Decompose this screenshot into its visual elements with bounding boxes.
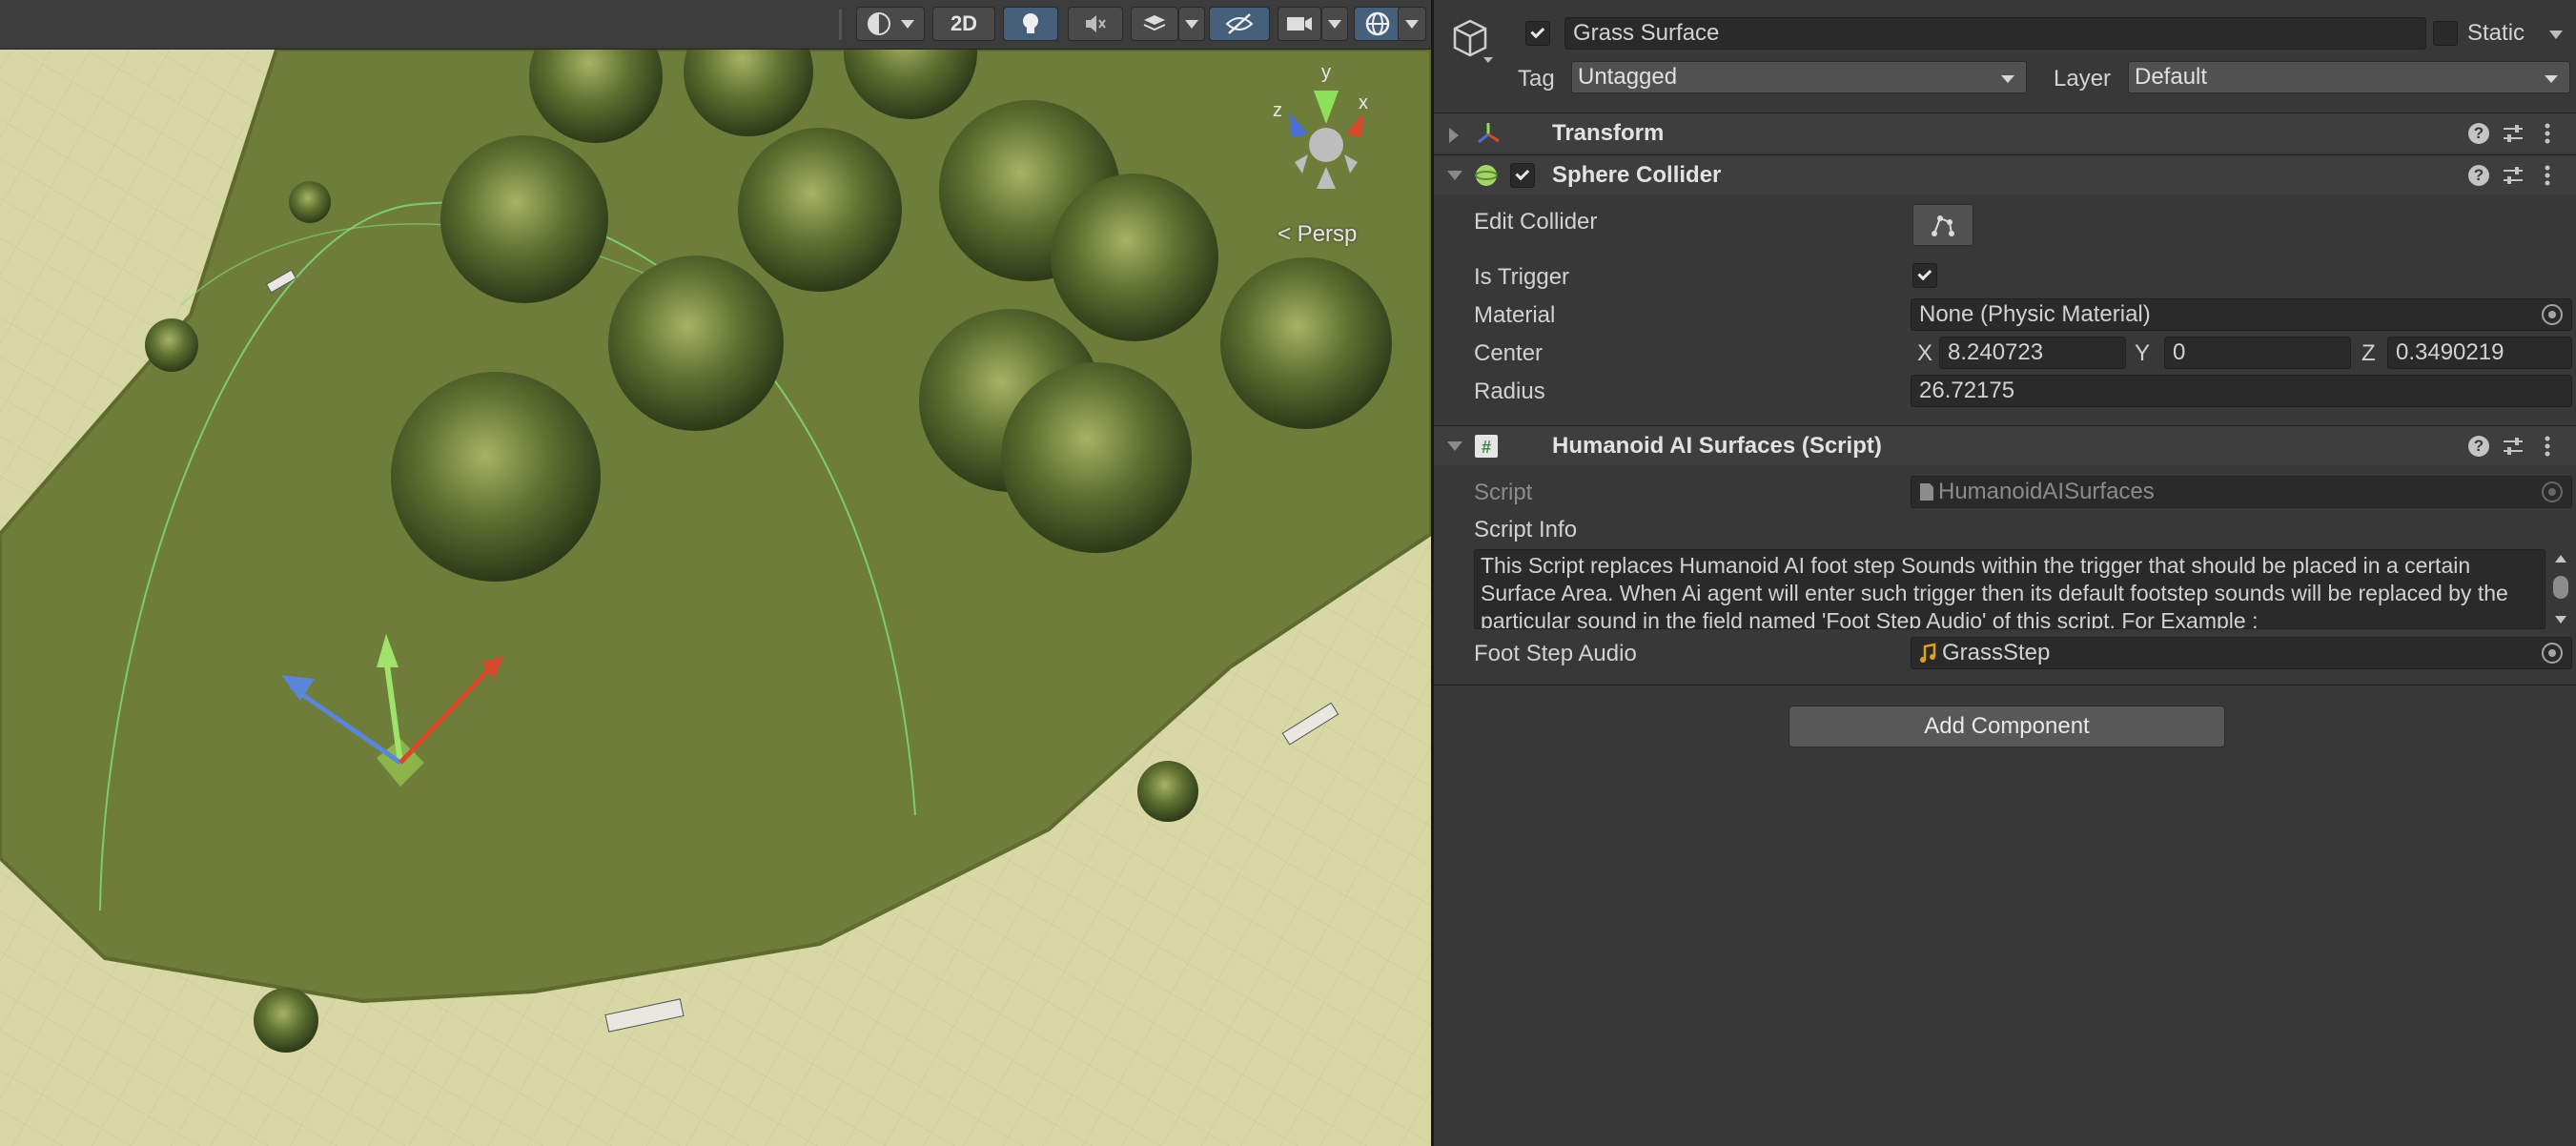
presets-sliders-icon[interactable] (2502, 436, 2525, 457)
camera-icon (1287, 17, 1312, 31)
script-file-icon (1920, 483, 1933, 501)
help-icon[interactable]: ? (2468, 436, 2489, 457)
audio-clip-icon (1920, 643, 1936, 663)
transform-title: Transform (1552, 120, 1665, 146)
gizmo-z-label: z (1273, 100, 1282, 121)
shading-mode-dropdown[interactable] (856, 7, 925, 41)
humanoid-script-title: Humanoid AI Surfaces (Script) (1552, 433, 1882, 459)
edit-collider-icon (1932, 215, 1954, 236)
sphere-collider-title: Sphere Collider (1552, 162, 1722, 188)
center-z-input[interactable]: 0.3490219 (2387, 337, 2572, 369)
kebab-menu-icon[interactable] (2544, 164, 2551, 187)
scene-toolbar: 2D (0, 0, 1431, 50)
kebab-menu-icon[interactable] (2544, 435, 2551, 458)
tag-label: Tag (1518, 66, 1555, 92)
svg-text:#: # (1482, 438, 1491, 457)
script-hash-icon: # (1475, 435, 1498, 458)
sphere-collider-icon (1475, 165, 1498, 186)
gameobject-name-input[interactable]: Grass Surface (1564, 17, 2426, 50)
shading-mode-icon (868, 12, 890, 35)
inspector-panel: Grass Surface Static Tag Untagged Layer … (1431, 0, 2576, 1146)
lightbulb-icon (1023, 13, 1038, 33)
scene-camera-button[interactable] (1278, 7, 1321, 41)
effects-dropdown[interactable] (1178, 7, 1205, 41)
scene-canvas[interactable]: y z x (0, 50, 1431, 1146)
gizmos-toggle[interactable] (1354, 7, 1401, 41)
gizmo-globe-icon (1365, 11, 1390, 36)
script-label: Script (1474, 480, 1533, 505)
add-component-button[interactable]: Add Component (1789, 706, 2225, 747)
layer-value: Default (2135, 64, 2208, 90)
foldout-arrow-icon[interactable] (1449, 128, 1459, 143)
is-trigger-label: Is Trigger (1474, 264, 1570, 290)
scene-view[interactable]: y z x < Persp 2D (0, 0, 1431, 1146)
presets-sliders-icon[interactable] (2502, 165, 2525, 186)
tag-dropdown[interactable]: Untagged (1571, 61, 2027, 93)
material-object-field[interactable]: None (Physic Material) (1911, 298, 2572, 331)
gizmos-dropdown[interactable] (1398, 7, 1426, 41)
audio-mute-icon (1086, 15, 1106, 32)
scene-lighting-toggle[interactable] (1003, 7, 1058, 41)
tag-value: Untagged (1578, 64, 1678, 90)
object-picker-icon (2542, 481, 2563, 502)
edit-collider-label: Edit Collider (1474, 209, 1598, 235)
foot-step-audio-value: GrassStep (1942, 640, 2051, 665)
camera-dropdown[interactable] (1321, 7, 1348, 41)
toolbar-divider (839, 10, 842, 40)
kebab-menu-icon[interactable] (2544, 122, 2551, 145)
center-label: Center (1474, 340, 1544, 366)
projection-label[interactable]: < Persp (1278, 221, 1357, 248)
transform-axes-icon (1478, 123, 1500, 144)
script-object-field: HumanoidAISurfaces (1911, 476, 2572, 508)
foldout-arrow-icon[interactable] (1447, 171, 1462, 180)
static-label: Static (2467, 20, 2525, 46)
gameobject-active-checkbox[interactable] (1525, 21, 1550, 46)
visibility-hidden-icon (1225, 13, 1254, 34)
radius-input[interactable]: 26.72175 (1911, 375, 2572, 407)
sphere-collider-header[interactable]: Sphere Collider ? (1434, 154, 2576, 194)
edit-collider-button[interactable] (1912, 204, 1973, 246)
gizmo-x-label: x (1359, 92, 1368, 113)
sphere-collider-enabled-checkbox[interactable] (1510, 163, 1535, 188)
mode-2d-button[interactable]: 2D (932, 7, 995, 41)
center-z-label[interactable]: Z (2361, 340, 2376, 367)
static-dropdown-caret[interactable] (2549, 31, 2563, 39)
effects-layers-icon (1143, 15, 1166, 31)
help-icon[interactable]: ? (2468, 165, 2489, 186)
scene-visibility-toggle[interactable] (1209, 7, 1270, 41)
object-picker-icon[interactable] (2542, 643, 2563, 664)
script-value: HumanoidAISurfaces (1938, 479, 2155, 504)
gameobject-cube-icon (1453, 19, 1493, 63)
humanoid-script-header[interactable]: # Humanoid AI Surfaces (Script) ? (1434, 425, 2576, 465)
foot-step-audio-field[interactable]: GrassStep (1911, 637, 2572, 669)
layer-label: Layer (2054, 66, 2112, 92)
is-trigger-checkbox[interactable] (1912, 263, 1937, 288)
component-divider (1434, 685, 2576, 686)
foldout-arrow-icon[interactable] (1447, 441, 1462, 451)
scene-audio-toggle[interactable] (1068, 7, 1123, 41)
center-x-label[interactable]: X (1917, 340, 1932, 367)
script-info-scrollbar[interactable] (2549, 549, 2572, 629)
material-label: Material (1474, 302, 1556, 328)
script-info-label: Script Info (1474, 517, 1578, 542)
static-checkbox[interactable] (2433, 21, 2458, 46)
layer-dropdown[interactable]: Default (2128, 61, 2570, 93)
script-info-textarea[interactable]: This Script replaces Humanoid AI foot st… (1474, 549, 2545, 629)
center-y-input[interactable]: 0 (2164, 337, 2351, 369)
object-picker-icon[interactable] (2542, 304, 2563, 325)
gizmo-y-label: y (1321, 62, 1331, 83)
center-y-label[interactable]: Y (2135, 340, 2150, 367)
presets-sliders-icon[interactable] (2502, 123, 2525, 144)
help-icon[interactable]: ? (2468, 123, 2489, 144)
foot-step-audio-label: Foot Step Audio (1474, 641, 1637, 666)
radius-label: Radius (1474, 379, 1545, 404)
center-x-input[interactable]: 8.240723 (1939, 337, 2126, 369)
transform-header[interactable]: Transform ? (1434, 113, 2576, 153)
scene-effects-toggle[interactable] (1131, 7, 1178, 41)
